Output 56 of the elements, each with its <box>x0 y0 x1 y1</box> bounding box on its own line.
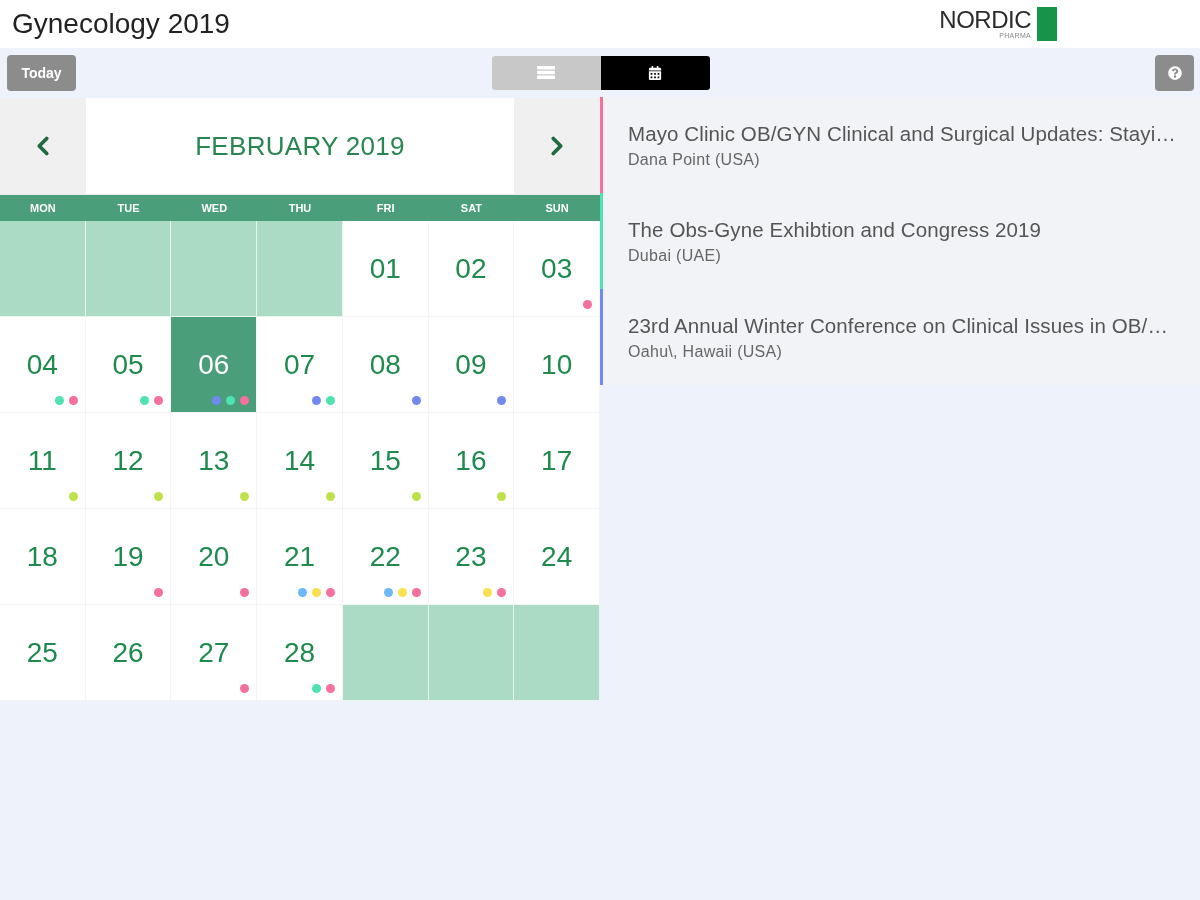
calendar-day[interactable]: 25 <box>0 605 86 701</box>
weekday-label: FRI <box>375 201 396 216</box>
calendar-day[interactable]: 07 <box>257 317 343 413</box>
event-list-item[interactable]: 23rd Annual Winter Conference on Clinical Issues in OB/… Oahu\, Hawaii (USA) <box>600 289 1200 385</box>
calendar-day[interactable]: 24 <box>514 509 600 605</box>
logo-square-icon <box>1037 7 1057 41</box>
calendar-day[interactable]: 10 <box>514 317 600 413</box>
calendar-day[interactable]: 14 <box>257 413 343 509</box>
calendar-day[interactable]: 27 <box>171 605 258 701</box>
calendar-day[interactable]: 01 <box>342 221 429 317</box>
event-title: The Obs-Gyne Exhibtion and Congress 2019 <box>628 217 1042 242</box>
calendar-day[interactable]: 15 <box>342 413 429 509</box>
weekday-label: SAT <box>459 201 483 216</box>
event-location: Dubai (UAE) <box>628 246 723 265</box>
event-list-item[interactable]: The Obs-Gyne Exhibtion and Congress 2019 Dubai (UAE) <box>600 193 1200 289</box>
logo-wordmark: NORDIC <box>939 8 1031 32</box>
calendar-day[interactable]: 05 <box>85 317 172 413</box>
calendar-day[interactable]: 11 <box>0 413 86 509</box>
weekday-label: WED <box>200 201 229 216</box>
weekday-label: THU <box>287 201 313 216</box>
list-icon <box>537 66 555 79</box>
calendar-day[interactable]: 19 <box>85 509 172 605</box>
calendar-day[interactable]: 03 <box>514 221 600 317</box>
today-button[interactable]: Today <box>7 54 76 91</box>
calendar-day[interactable]: 12 <box>85 413 172 509</box>
weekday-label: TUE <box>116 201 141 216</box>
calendar-view-button[interactable] <box>600 55 710 90</box>
event-title: 23rd Annual Winter Conference on Clinical Issues in OB/… <box>628 313 1168 338</box>
calendar-day[interactable]: 21 <box>257 509 343 605</box>
weekday-label: MON <box>29 201 57 216</box>
calendar-day[interactable]: 09 <box>428 317 515 413</box>
event-location: Oahu\, Hawaii (USA) <box>628 342 784 361</box>
month-title: FEBRUARY 2019 <box>86 98 514 194</box>
calendar-day[interactable]: 04 <box>0 317 86 413</box>
event-title: Mayo Clinic OB/GYN Clinical and Surgical Updates: Stayi… <box>628 121 1176 146</box>
weekday-label: SUN <box>544 201 570 216</box>
previous-month-button[interactable] <box>0 98 86 194</box>
calendar-day[interactable]: 22 <box>342 509 429 605</box>
page-title: Gynecology 2019 <box>12 8 230 40</box>
calendar-day[interactable]: 02 <box>428 221 515 317</box>
calendar-day[interactable]: 16 <box>428 413 515 509</box>
calendar-day[interactable]: 17 <box>514 413 600 509</box>
calendar-day[interactable]: 06 <box>171 317 258 413</box>
calendar-day[interactable]: 26 <box>85 605 172 701</box>
calendar-day[interactable]: 23 <box>428 509 515 605</box>
calendar-day[interactable]: 18 <box>0 509 86 605</box>
calendar-day[interactable]: 28 <box>257 605 343 701</box>
calendar-day[interactable]: 20 <box>171 509 258 605</box>
next-month-button[interactable] <box>514 98 600 194</box>
help-icon <box>1167 65 1182 80</box>
calendar-day[interactable]: 13 <box>171 413 258 509</box>
event-location: Dana Point (USA) <box>628 150 761 169</box>
calendar-day[interactable]: 08 <box>342 317 429 413</box>
calendar-icon <box>648 65 662 80</box>
help-button[interactable] <box>1155 54 1194 91</box>
event-list-item[interactable]: Mayo Clinic OB/GYN Clinical and Surgical Updates: Stayi… Dana Point (USA) <box>600 97 1200 193</box>
